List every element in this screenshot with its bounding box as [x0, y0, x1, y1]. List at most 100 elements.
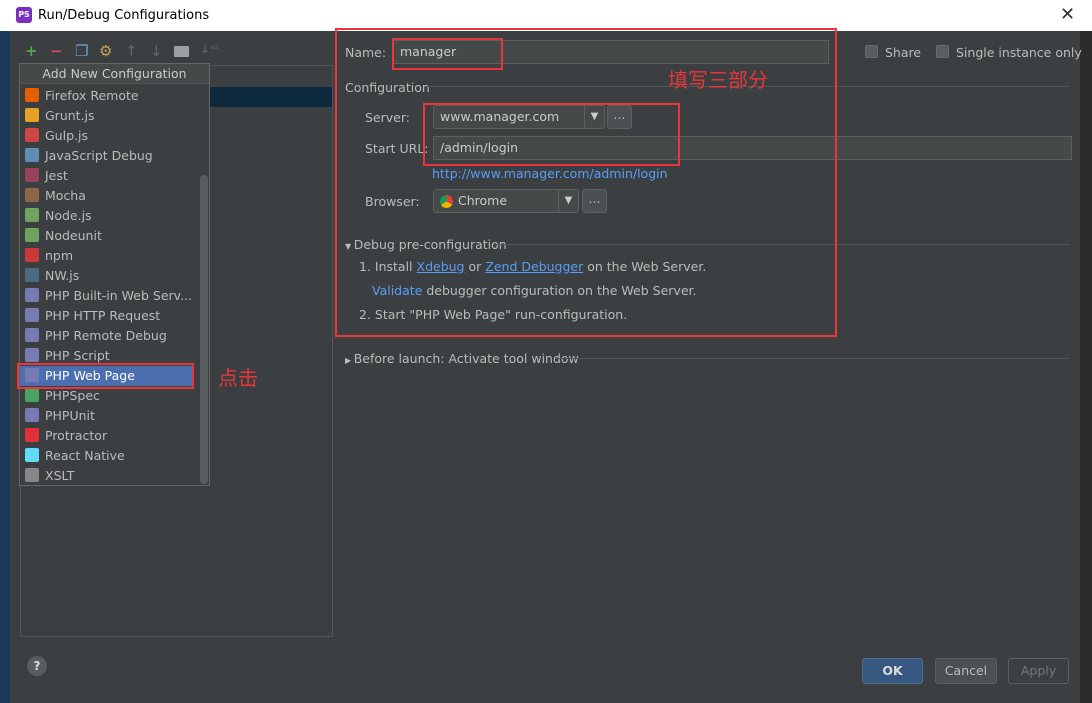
chevron-down-icon: ▼: [558, 190, 578, 212]
popup-header: Add New Configuration: [20, 64, 209, 84]
config-type-icon: [25, 188, 39, 202]
popup-item-label: npm: [45, 248, 74, 263]
config-type-icon: [25, 308, 39, 322]
popup-item[interactable]: Protractor: [25, 426, 205, 446]
config-type-icon: [25, 88, 39, 102]
validate-link[interactable]: Validate: [372, 283, 422, 298]
title-bar: PS Run/Debug Configurations ✕: [0, 0, 1092, 31]
popup-item[interactable]: PHP Script: [25, 346, 205, 366]
single-instance-label: Single instance only: [956, 45, 1082, 60]
popup-item[interactable]: JavaScript Debug: [25, 146, 205, 166]
popup-item[interactable]: PHP HTTP Request: [25, 306, 205, 326]
name-input[interactable]: manager: [393, 40, 829, 64]
close-icon[interactable]: ✕: [1060, 4, 1075, 25]
popup-item-label: Protractor: [45, 428, 108, 443]
chrome-icon: [440, 195, 453, 208]
ok-button[interactable]: OK: [862, 658, 923, 684]
config-type-icon: [25, 148, 39, 162]
triangle-down-icon: ▼: [345, 242, 354, 251]
arrow-down-icon[interactable]: ↓: [150, 42, 163, 60]
config-type-icon: [25, 328, 39, 342]
config-type-icon: [25, 248, 39, 262]
popup-item[interactable]: XSLT: [25, 466, 205, 486]
config-type-icon: [25, 168, 39, 182]
config-type-icon: [25, 428, 39, 442]
popup-item-label: PHP Remote Debug: [45, 328, 167, 343]
config-type-icon: [25, 408, 39, 422]
popup-item[interactable]: Nodeunit: [25, 226, 205, 246]
start-url-input[interactable]: /admin/login: [433, 136, 1072, 160]
popup-item[interactable]: PHP Web Page: [20, 366, 192, 386]
step-text: 1. Install: [359, 259, 413, 274]
debug-step-2: 2. Start "PHP Web Page" run-configuratio…: [359, 307, 628, 322]
popup-item[interactable]: React Native: [25, 446, 205, 466]
popup-item-label: PHPSpec: [45, 388, 100, 403]
tree-selected-row[interactable]: [210, 87, 332, 107]
popup-item-label: PHPUnit: [45, 408, 95, 423]
popup-item[interactable]: PHPUnit: [25, 406, 205, 426]
name-label: Name:: [345, 45, 387, 60]
plus-icon[interactable]: +: [25, 42, 38, 60]
popup-item[interactable]: npm: [25, 246, 205, 266]
folder-icon[interactable]: [174, 46, 189, 57]
popup-item-label: PHP Script: [45, 348, 110, 363]
start-url-label: Start URL:: [365, 141, 429, 156]
share-checkbox[interactable]: [865, 45, 878, 58]
popup-item-label: PHP HTTP Request: [45, 308, 161, 323]
add-configuration-popup: Add New Configuration Firefox Remote Grun…: [19, 63, 210, 486]
config-type-icon: [25, 208, 39, 222]
copy-icon[interactable]: ❐: [75, 42, 88, 60]
single-instance-checkbox[interactable]: [936, 45, 949, 58]
cancel-button[interactable]: Cancel: [935, 658, 997, 684]
popup-item[interactable]: Mocha: [25, 186, 205, 206]
config-type-icon: [25, 348, 39, 362]
popup-item[interactable]: PHPSpec: [25, 386, 205, 406]
browser-value: Chrome: [458, 193, 508, 208]
xdebug-link[interactable]: Xdebug: [417, 259, 465, 274]
browser-browse-button[interactable]: ...: [582, 189, 607, 213]
configuration-section-label: Configuration: [345, 80, 430, 95]
minus-icon[interactable]: −: [50, 42, 63, 60]
editor-background: [1080, 31, 1092, 703]
popup-scrollbar[interactable]: [200, 175, 208, 484]
popup-item-label: Mocha: [45, 188, 86, 203]
config-type-icon: [25, 388, 39, 402]
sort-az-icon[interactable]: ↓ᵃᶻ: [200, 42, 219, 56]
popup-item-label: Firefox Remote: [45, 88, 139, 103]
popup-item[interactable]: NW.js: [25, 266, 205, 286]
server-browse-button[interactable]: ...: [607, 105, 632, 129]
before-launch-toggle[interactable]: ▶ Before launch: Activate tool window: [345, 351, 579, 366]
popup-item[interactable]: PHP Remote Debug: [25, 326, 205, 346]
popup-item[interactable]: Jest: [25, 166, 205, 186]
config-type-icon: [25, 128, 39, 142]
help-button[interactable]: ?: [27, 656, 47, 676]
popup-item[interactable]: Gulp.js: [25, 126, 205, 146]
browser-select[interactable]: Chrome ▼: [433, 189, 579, 213]
section-divider: [555, 358, 1070, 359]
config-type-icon: [25, 368, 39, 382]
popup-item-label: NW.js: [45, 268, 80, 283]
popup-item-label: React Native: [45, 448, 125, 463]
server-select[interactable]: www.manager.com ▼: [433, 105, 605, 129]
arrow-up-icon[interactable]: ↑: [125, 42, 138, 60]
debug-step-1: 1. Install Xdebug or Zend Debugger on th…: [359, 259, 706, 274]
annotation-fill-three-parts: 填写三部分: [668, 68, 768, 92]
resolved-url-link[interactable]: http://www.manager.com/admin/login: [432, 166, 668, 181]
popup-item[interactable]: Firefox Remote: [25, 86, 205, 106]
validate-line: Validate debugger configuration on the W…: [372, 283, 696, 298]
popup-item-label: Gulp.js: [45, 128, 88, 143]
popup-item[interactable]: Grunt.js: [25, 106, 205, 126]
apply-button[interactable]: Apply: [1008, 658, 1069, 684]
step-text: debugger configuration on the Web Server…: [426, 283, 697, 298]
debug-section-toggle[interactable]: ▼ Debug pre-configuration: [345, 237, 507, 252]
popup-item[interactable]: PHP Built-in Web Serv...: [25, 286, 205, 306]
annotation-click: 点击: [218, 366, 258, 390]
section-divider: [495, 244, 1070, 245]
popup-item[interactable]: Node.js: [25, 206, 205, 226]
wrench-icon[interactable]: ⚙: [99, 42, 112, 60]
debug-section-label: Debug pre-configuration: [353, 237, 507, 252]
popup-item-label: PHP Built-in Web Serv...: [45, 288, 193, 303]
phpstorm-app-icon: PS: [16, 7, 32, 23]
browser-label: Browser:: [365, 194, 420, 209]
zend-debugger-link[interactable]: Zend Debugger: [485, 259, 583, 274]
